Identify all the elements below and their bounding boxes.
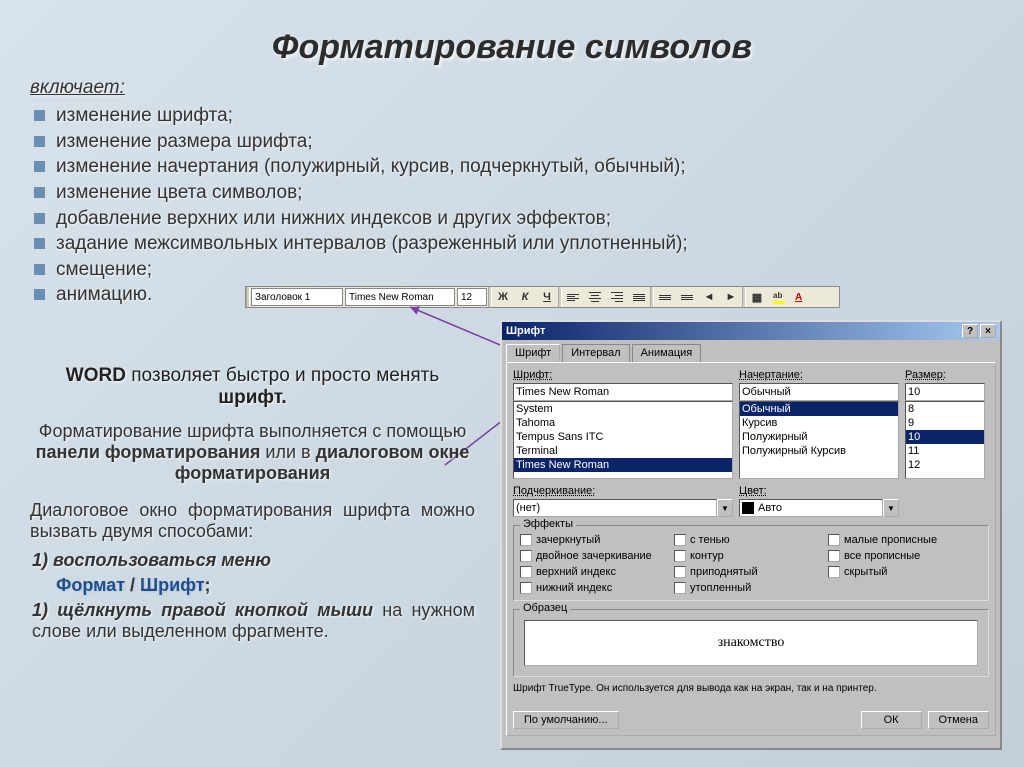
checkbox-engrave[interactable]: утопленный xyxy=(674,580,828,596)
bullet-list: изменение шрифта; изменение размера шриф… xyxy=(30,103,1024,308)
list-item: изменение шрифта; xyxy=(30,103,1024,129)
style-listbox[interactable]: Обычный Курсив Полужирный Полужирный Кур… xyxy=(739,401,899,479)
tab-animation[interactable]: Анимация xyxy=(632,344,702,362)
body-text: WORD позволяет быстро и просто менять шр… xyxy=(30,365,475,646)
font-select[interactable]: Times New Roman xyxy=(345,288,455,306)
checkbox-superscript[interactable]: верхний индекс xyxy=(520,564,674,580)
color-combo[interactable]: Авто▼ xyxy=(739,499,899,517)
tab-font[interactable]: Шрифт xyxy=(506,344,560,362)
color-swatch-icon xyxy=(742,502,754,514)
size-select[interactable]: 12 xyxy=(457,288,487,306)
sample-group: Образец знакомство xyxy=(513,609,989,677)
font-listbox[interactable]: System Tahoma Tempus Sans ITC Terminal T… xyxy=(513,401,733,479)
align-center-icon[interactable] xyxy=(585,287,605,307)
checkbox-strikethrough[interactable]: зачеркнутый xyxy=(520,532,674,548)
color-label: Цвет: xyxy=(739,485,899,497)
size-input[interactable] xyxy=(905,383,985,401)
paragraph: Диалоговое окно форматирования шрифта мо… xyxy=(30,500,475,542)
borders-icon[interactable]: ▦ xyxy=(747,287,767,307)
style-select[interactable]: Заголовок 1 xyxy=(251,288,343,306)
list-item: 1) щёлкнуть правой кнопкой мыши на нужно… xyxy=(32,600,475,642)
paragraph: Форматирование шрифта выполняется с помо… xyxy=(30,421,475,484)
page-title: Форматирование символов xyxy=(0,0,1024,67)
list-item: изменение цвета символов; xyxy=(30,180,1024,206)
highlight-color-icon[interactable]: ab xyxy=(769,287,789,307)
font-dialog: Шрифт ? × Шрифт Интервал Анимация Шрифт:… xyxy=(500,320,1002,750)
size-listbox[interactable]: 8 9 10 11 12 xyxy=(905,401,985,479)
paragraph: WORD позволяет быстро и просто менять шр… xyxy=(30,365,475,409)
ok-button[interactable]: ОК xyxy=(861,711,922,729)
tab-interval[interactable]: Интервал xyxy=(562,344,629,362)
bold-button[interactable]: Ж xyxy=(493,287,513,307)
checkbox-emboss[interactable]: приподнятый xyxy=(674,564,828,580)
indent-icon[interactable]: ► xyxy=(721,287,741,307)
close-button[interactable]: × xyxy=(980,324,996,338)
dialog-title: Шрифт xyxy=(506,325,545,337)
effects-group: Эффекты зачеркнутый двойное зачеркивание… xyxy=(513,525,989,601)
font-input[interactable] xyxy=(513,383,733,401)
dialog-titlebar[interactable]: Шрифт ? × xyxy=(502,322,1000,340)
subtitle: включает: xyxy=(30,77,1024,99)
checkbox-allcaps[interactable]: все прописные xyxy=(828,548,982,564)
underline-label: Подчеркивание: xyxy=(513,485,733,497)
font-color-icon[interactable]: A xyxy=(791,287,811,307)
checkbox-double-strike[interactable]: двойное зачеркивание xyxy=(520,548,674,564)
checkbox-shadow[interactable]: с тенью xyxy=(674,532,828,548)
default-button[interactable]: По умолчанию... xyxy=(513,711,619,729)
checkbox-outline[interactable]: контур xyxy=(674,548,828,564)
help-button[interactable]: ? xyxy=(962,324,978,338)
chevron-down-icon[interactable]: ▼ xyxy=(883,499,899,517)
checkbox-subscript[interactable]: нижний индекс xyxy=(520,580,674,596)
menu-path: Формат / Шрифт; xyxy=(32,575,475,596)
bullet-list-icon[interactable] xyxy=(677,287,697,307)
underline-combo[interactable]: (нет)▼ xyxy=(513,499,733,517)
formatting-toolbar: Заголовок 1 Times New Roman 12 Ж К Ч ◄ ►… xyxy=(245,286,840,308)
size-label: Размер: xyxy=(905,369,985,381)
align-justify-icon[interactable] xyxy=(629,287,649,307)
tab-panel: Шрифт: System Tahoma Tempus Sans ITC Ter… xyxy=(506,362,996,736)
underline-button[interactable]: Ч xyxy=(537,287,557,307)
hint-text: Шрифт TrueType. Он используется для выво… xyxy=(513,683,989,694)
effects-legend: Эффекты xyxy=(520,518,576,530)
list-item: задание межсимвольных интервалов (разреж… xyxy=(30,231,1024,257)
align-right-icon[interactable] xyxy=(607,287,627,307)
checkbox-smallcaps[interactable]: малые прописные xyxy=(828,532,982,548)
align-left-icon[interactable] xyxy=(563,287,583,307)
sample-legend: Образец xyxy=(520,602,570,614)
outdent-icon[interactable]: ◄ xyxy=(699,287,719,307)
list-item: 1) воспользоваться меню xyxy=(32,550,475,571)
tab-strip: Шрифт Интервал Анимация xyxy=(506,344,996,362)
list-item: изменение размера шрифта; xyxy=(30,129,1024,155)
checkbox-hidden[interactable]: скрытый xyxy=(828,564,982,580)
style-input[interactable] xyxy=(739,383,899,401)
list-item: изменение начертания (полужирный, курсив… xyxy=(30,154,1024,180)
style-label: Начертание: xyxy=(739,369,899,381)
italic-button[interactable]: К xyxy=(515,287,535,307)
sample-preview: знакомство xyxy=(524,620,978,666)
font-label: Шрифт: xyxy=(513,369,733,381)
numbered-list-icon[interactable] xyxy=(655,287,675,307)
list-item: добавление верхних или нижних индексов и… xyxy=(30,206,1024,232)
cancel-button[interactable]: Отмена xyxy=(928,711,989,729)
list-item: смещение; xyxy=(30,257,1024,283)
chevron-down-icon[interactable]: ▼ xyxy=(717,499,733,517)
toolbar-grip xyxy=(246,287,250,307)
